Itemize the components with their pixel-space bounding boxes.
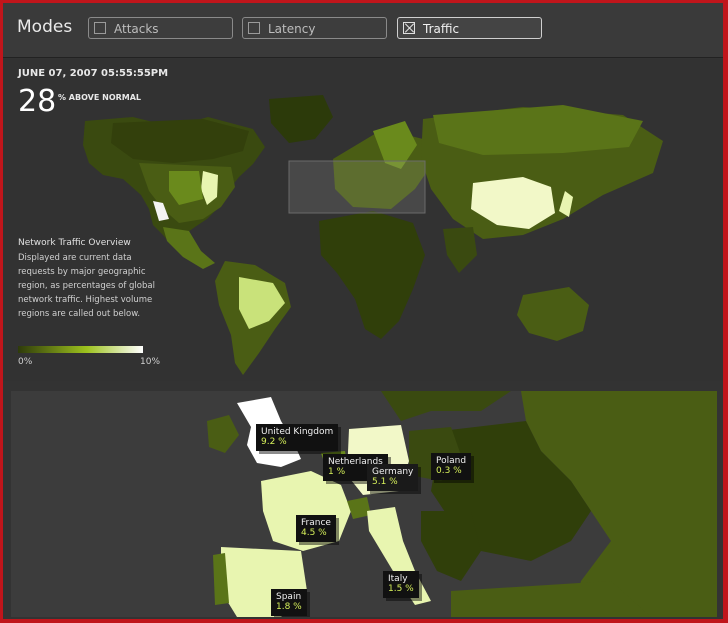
callout-italy[interactable]: Italy 1.5 % [383,571,419,598]
zoom-window-indicator [288,160,426,214]
callout-united-kingdom[interactable]: United Kingdom 9.2 % [256,424,339,451]
overview-description: Displayed are current data requests by m… [18,253,155,319]
traffic-checkbox[interactable] [403,22,415,34]
callout-value: 5.1 % [372,477,398,487]
app-frame: Modes Attacks Latency Traffic JUNE 07, 2… [3,3,723,619]
mode-latency-label: Latency [268,22,316,36]
attacks-checkbox[interactable] [94,22,106,34]
callout-value: 4.5 % [301,528,327,538]
europe-zoom-svg [11,391,717,617]
modes-toolbar: Modes Attacks Latency Traffic [3,3,723,58]
world-map[interactable] [3,59,723,381]
modes-title: Modes [17,17,73,37]
legend-color-scale [18,346,143,353]
traffic-value: 28 [18,84,57,119]
overview-title: Network Traffic Overview [18,238,131,248]
callout-label: Spain [276,592,302,602]
mode-traffic-button[interactable]: Traffic [397,17,542,39]
mode-attacks-label: Attacks [114,22,159,36]
timestamp: JUNE 07, 2007 05:55:55PM [18,68,169,79]
callout-label: France [301,518,331,528]
callout-value: 0.3 % [436,466,462,476]
legend-min-label: 0% [18,357,33,367]
mode-traffic-label: Traffic [423,22,460,36]
callout-value: 9.2 % [261,437,287,447]
callout-germany[interactable]: Germany 5.1 % [367,464,419,491]
callout-label: Germany [372,467,414,477]
callout-spain[interactable]: Spain 1.8 % [271,589,307,616]
callout-value: 1.5 % [388,584,414,594]
callout-value: 1.8 % [276,602,302,612]
mode-attacks-button[interactable]: Attacks [88,17,233,39]
mode-latency-button[interactable]: Latency [242,17,387,39]
callout-poland[interactable]: Poland 0.3 % [431,453,472,480]
europe-zoom-map[interactable]: United Kingdom 9.2 % Netherlands 1 % Ger… [11,391,717,617]
traffic-caption: % ABOVE NORMAL [58,93,142,102]
latency-checkbox[interactable] [248,22,260,34]
callout-france[interactable]: France 4.5 % [296,515,336,542]
callout-label: Italy [388,574,408,584]
callout-label: Poland [436,456,467,466]
callout-label: United Kingdom [261,427,334,437]
legend-max-label: 10% [140,357,161,367]
